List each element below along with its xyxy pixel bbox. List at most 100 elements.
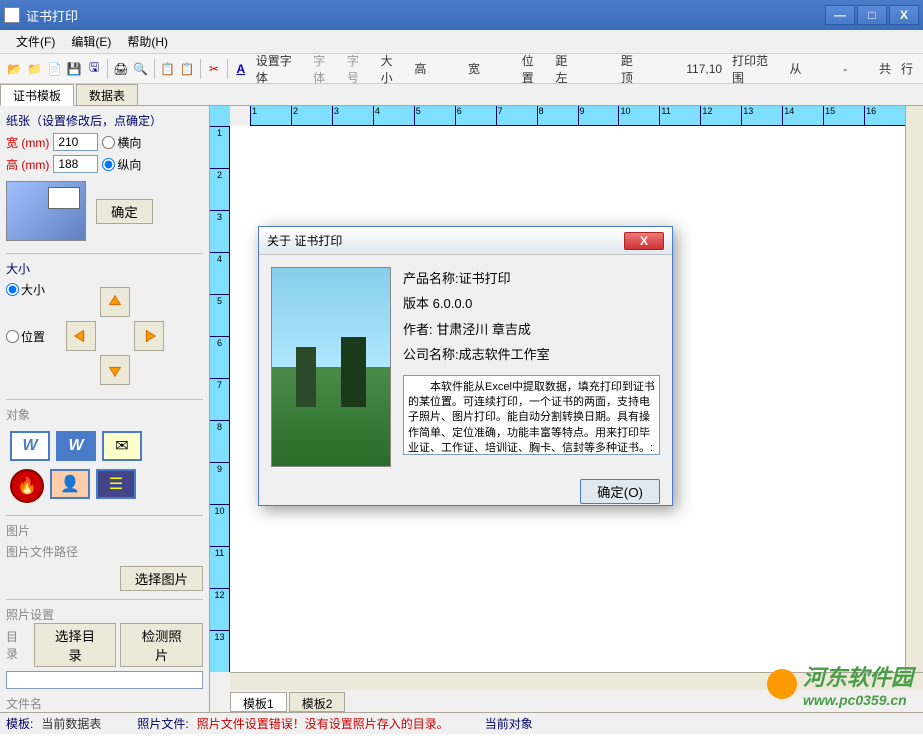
object-red-icon[interactable]: 🔥 <box>10 469 44 503</box>
width-label: 宽 (mm) <box>6 134 49 151</box>
height-input[interactable] <box>53 155 98 173</box>
dash-label: - <box>839 62 851 76</box>
total-label: 共 <box>875 60 895 77</box>
object-person-icon[interactable]: 👤 <box>50 469 90 499</box>
check-photo-button[interactable]: 检测照片 <box>120 623 203 667</box>
product-value: 证书打印 <box>459 271 511 286</box>
main-tabs: 证书模板 数据表 <box>0 84 923 106</box>
watermark: 河东软件园 www.pc0359.cn <box>767 660 913 708</box>
new-icon[interactable]: 📂 <box>6 60 24 78</box>
from-left-label: 距左 <box>551 52 583 86</box>
maximize-button[interactable]: □ <box>857 5 887 25</box>
document-icon[interactable]: 📄 <box>46 60 64 78</box>
fontsize-label: 字号 <box>343 52 375 86</box>
arrow-left-button[interactable] <box>66 321 96 351</box>
coords-label: 117,10 <box>682 62 726 76</box>
save-all-icon[interactable]: 🖫 <box>85 60 103 78</box>
size-radio[interactable] <box>6 283 19 296</box>
author-label: 作者: <box>403 322 433 337</box>
object-section-title: 对象 <box>6 406 203 423</box>
status-current-obj: 当前对象 <box>485 715 533 732</box>
font-label: 字体 <box>309 52 341 86</box>
select-image-button[interactable]: 选择图片 <box>120 566 203 591</box>
dir-input[interactable] <box>6 671 203 689</box>
from-top-label: 距顶 <box>617 52 649 86</box>
window-title: 证书打印 <box>26 6 825 25</box>
watermark-url: www.pc0359.cn <box>803 692 913 708</box>
arrow-up-button[interactable] <box>100 287 130 317</box>
about-ok-button[interactable]: 确定(O) <box>580 479 660 504</box>
portrait-label: 纵向 <box>117 156 141 173</box>
arrow-down-button[interactable] <box>100 355 130 385</box>
titlebar: 证书打印 — □ X <box>0 0 923 30</box>
cut-icon[interactable]: ✂ <box>205 60 223 78</box>
menubar: 文件(F) 编辑(E) 帮助(H) <box>0 30 923 54</box>
size-label: 大小 <box>377 52 409 86</box>
watermark-icon <box>767 669 797 699</box>
product-label: 产品名称: <box>403 271 459 286</box>
copy-icon[interactable]: 📋 <box>159 60 177 78</box>
tab-template2[interactable]: 模板2 <box>289 692 346 712</box>
landscape-label: 横向 <box>117 134 141 151</box>
menu-file[interactable]: 文件(F) <box>8 33 63 50</box>
about-titlebar: 关于 证书打印 X <box>259 227 672 255</box>
print-preview-icon[interactable]: 🔍 <box>132 60 150 78</box>
status-data-label: 当前数据表 <box>41 715 101 732</box>
menu-edit[interactable]: 编辑(E) <box>63 33 119 50</box>
about-title: 关于 证书打印 <box>267 232 624 249</box>
app-icon <box>4 7 20 23</box>
object-dark-icon[interactable]: ☰ <box>96 469 136 499</box>
position-label: 位置 <box>518 52 550 86</box>
toolbar: 📂 📁 📄 💾 🖫 🖨 🔍 📋 📋 ✂ A 设置字体 字体 字号 大小 高 宽 … <box>0 54 923 84</box>
filename-label: 文件名 <box>6 695 42 712</box>
font-icon[interactable]: A <box>232 60 250 78</box>
about-description: 本软件能从Excel中提取数据，填充打印到证书的某位置。可连续打印，一个证书的两… <box>403 375 660 455</box>
printer-icon <box>6 181 86 241</box>
left-panel: 纸张（设置修改后，点确定） 宽 (mm) 横向 高 (mm) 纵向 确定 大小 … <box>0 106 210 712</box>
size-section-title: 大小 <box>6 260 203 277</box>
select-dir-button[interactable]: 选择目录 <box>34 623 117 667</box>
status-photo-error: 照片文件设置错误！没有设置照片存入的目录。 <box>197 715 449 732</box>
about-dialog: 关于 证书打印 X 产品名称:证书打印 版本 6.0.0.0 作者: 甘肃泾川 … <box>258 226 673 506</box>
tab-data[interactable]: 数据表 <box>76 84 138 105</box>
status-photo-label: 照片文件: <box>137 715 188 732</box>
open-icon[interactable]: 📁 <box>26 60 44 78</box>
tab-template1[interactable]: 模板1 <box>230 692 287 712</box>
position-radio[interactable] <box>6 330 19 343</box>
paste-icon[interactable]: 📋 <box>178 60 196 78</box>
print-icon[interactable]: 🖨 <box>112 60 130 78</box>
ruler-horizontal: 1 2 3 4 5 6 7 8 9 10 11 12 13 14 15 16 <box>250 106 905 126</box>
object-word-icon[interactable]: W <box>10 431 50 461</box>
object-envelope-icon[interactable]: ✉ <box>102 431 142 461</box>
company-label: 公司名称: <box>403 347 459 362</box>
print-range-label: 打印范围 <box>728 52 783 86</box>
paper-ok-button[interactable]: 确定 <box>96 199 153 224</box>
from-label: 从 <box>786 60 806 77</box>
scrollbar-vertical[interactable] <box>905 126 923 672</box>
save-icon[interactable]: 💾 <box>65 60 83 78</box>
image-section-title: 图片 <box>6 522 203 539</box>
version-label: 版本 <box>403 296 429 311</box>
about-close-button[interactable]: X <box>624 232 664 250</box>
rows-label: 行 <box>897 60 917 77</box>
object-word2-icon[interactable]: W <box>56 431 96 461</box>
width-label: 宽 <box>464 60 484 77</box>
portrait-radio[interactable] <box>102 158 115 171</box>
arrow-right-button[interactable] <box>134 321 164 351</box>
photo-section-title: 照片设置 <box>6 606 203 623</box>
ruler-vertical: 1 2 3 4 5 6 7 8 9 10 11 12 13 <box>210 126 230 672</box>
close-button[interactable]: X <box>889 5 919 25</box>
company-value: 成志软件工作室 <box>459 347 550 362</box>
height-label: 高 <box>410 60 430 77</box>
author-value: 甘肃泾川 章吉成 <box>436 322 531 337</box>
width-input[interactable] <box>53 133 98 151</box>
menu-help[interactable]: 帮助(H) <box>119 33 176 50</box>
minimize-button[interactable]: — <box>825 5 855 25</box>
statusbar: 模板: 当前数据表 照片文件: 照片文件设置错误！没有设置照片存入的目录。 当前… <box>0 712 923 734</box>
font-setting-label[interactable]: 设置字体 <box>252 52 307 86</box>
version-value: 6.0.0.0 <box>433 296 473 311</box>
landscape-radio[interactable] <box>102 136 115 149</box>
watermark-text: 河东软件园 <box>803 660 913 692</box>
tab-template[interactable]: 证书模板 <box>0 84 74 106</box>
image-path-label: 图片文件路径 <box>6 543 203 560</box>
